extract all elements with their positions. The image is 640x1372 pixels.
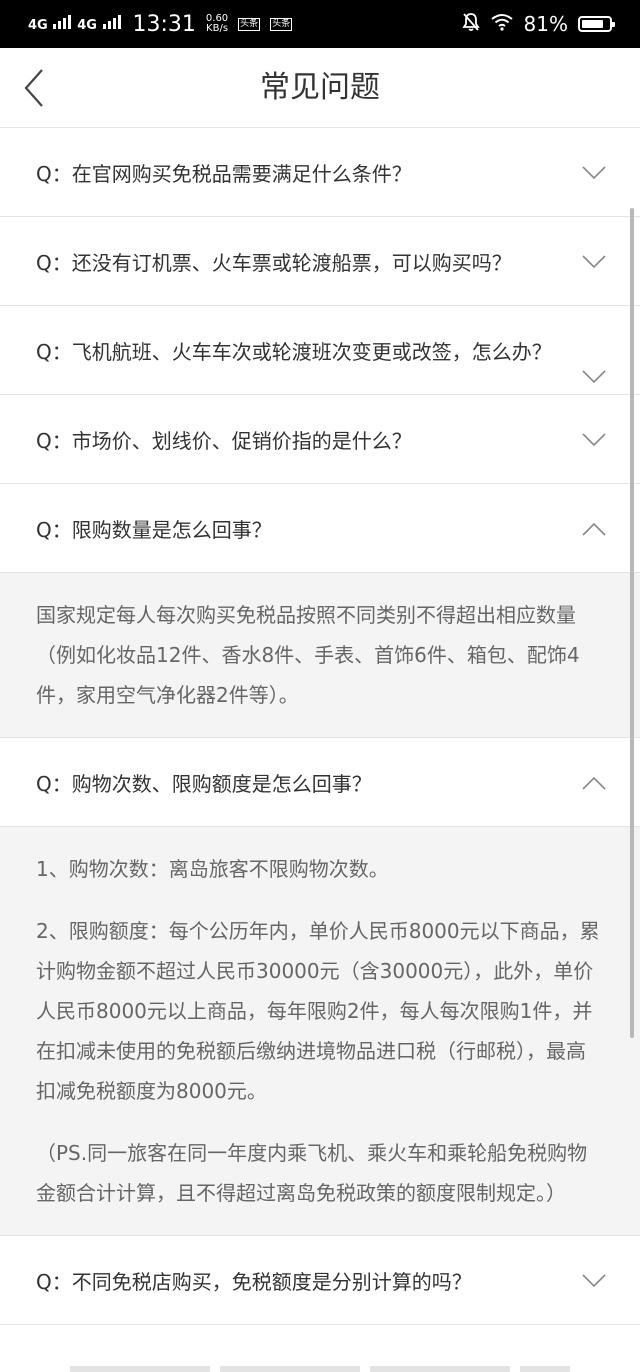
chevron-down-icon[interactable]	[582, 370, 606, 384]
faq-question-text: Q：不同免税店购买，免税额度是分别计算的吗？	[36, 1269, 472, 1294]
status-bar: 4G 4G 13:31 0.60 KB/s 头条 头条 81%	[0, 0, 640, 48]
chevron-down-icon[interactable]	[582, 1274, 606, 1288]
faq-answer: 国家规定每人每次购买免税品按照不同类别不得超出相应数量（例如化妆品12件、香水8…	[0, 572, 640, 737]
chevron-down-icon[interactable]	[582, 433, 606, 447]
battery-percent: 81%	[523, 12, 568, 36]
faq-question-row[interactable]: Q：还没有订机票、火车票或轮渡船票，可以购买吗？	[0, 217, 640, 305]
page-title: 常见问题	[260, 70, 380, 105]
faq-answer-paragraph: （PS.同一旅客在同一年度内乘飞机、乘火车和乘轮船免税购物金额合计计算，且不得超…	[36, 1141, 588, 1205]
faq-question-row[interactable]: Q：限购数量是怎么回事？	[0, 484, 640, 572]
faq-list: Q：在官网购买免税品需要满足什么条件？ Q：还没有订机票、火车票或轮渡船票，可以购…	[0, 128, 640, 1325]
faq-question-text: Q：限购数量是怎么回事？	[36, 517, 272, 542]
faq-answer-paragraph: 国家规定每人每次购买免税品按照不同类别不得超出相应数量（例如化妆品12件、香水8…	[36, 603, 580, 707]
scrollbar[interactable]	[630, 208, 634, 1038]
faq-item: Q：还没有订机票、火车票或轮渡船票，可以购买吗？	[0, 217, 640, 306]
faq-question-text: Q：还没有订机票、火车票或轮渡船票，可以购买吗？	[36, 250, 512, 275]
faq-question-text: Q：飞机航班、火车车次或轮渡班次变更或改签，怎么办？	[36, 339, 552, 364]
chevron-up-icon[interactable]	[582, 522, 606, 536]
chevron-up-icon[interactable]	[582, 776, 606, 790]
faq-answer-paragraph: 1、购物次数：离岛旅客不限购物次数。	[36, 857, 389, 881]
bottom-divider	[70, 1366, 570, 1372]
faq-question-text: Q：在官网购买免税品需要满足什么条件？	[36, 161, 412, 186]
faq-question-row[interactable]: Q：不同免税店购买，免税额度是分别计算的吗？	[0, 1236, 640, 1324]
network-speed-unit: KB/s	[206, 23, 229, 34]
signal-4g-icon-2: 4G	[77, 15, 121, 33]
faq-item: Q：在官网购买免税品需要满足什么条件？	[0, 128, 640, 217]
faq-answer: 1、购物次数：离岛旅客不限购物次数。 2、限购额度：每个公历年内，单价人民币800…	[0, 826, 640, 1235]
battery-icon	[578, 16, 615, 32]
faq-item: Q：市场价、划线价、促销价指的是什么？	[0, 395, 640, 484]
faq-item: Q：飞机航班、火车车次或轮渡班次变更或改签，怎么办？	[0, 306, 640, 395]
faq-answer-paragraph: 2、限购额度：每个公历年内，单价人民币8000元以下商品，累计购物金额不超过人民…	[36, 919, 600, 1103]
signal-1-label: 4G	[28, 18, 48, 33]
clock: 13:31	[132, 11, 196, 37]
signal-4g-icon: 4G	[28, 15, 72, 33]
faq-item: Q：限购数量是怎么回事？ 国家规定每人每次购买免税品按照不同类别不得超出相应数量（…	[0, 484, 640, 738]
faq-question-row[interactable]: Q：飞机航班、火车车次或轮渡班次变更或改签，怎么办？	[0, 306, 640, 394]
faq-question-text: Q：购物次数、限购额度是怎么回事？	[36, 771, 372, 796]
faq-item: Q：不同免税店购买，免税额度是分别计算的吗？	[0, 1236, 640, 1325]
faq-question-row[interactable]: Q：在官网购买免税品需要满足什么条件？	[0, 128, 640, 216]
news-badge-2: 头条	[270, 17, 293, 31]
news-badge-1: 头条	[238, 17, 261, 31]
faq-question-row[interactable]: Q：购物次数、限购额度是怎么回事？	[0, 738, 640, 826]
faq-question-row[interactable]: Q：市场价、划线价、促销价指的是什么？	[0, 395, 640, 483]
faq-item: Q：购物次数、限购额度是怎么回事？ 1、购物次数：离岛旅客不限购物次数。 2、限购额…	[0, 738, 640, 1236]
faq-question-text: Q：市场价、划线价、促销价指的是什么？	[36, 428, 412, 453]
signal-2-label: 4G	[77, 18, 97, 33]
mute-bell-icon	[461, 12, 480, 36]
network-speed: 0.60 KB/s	[206, 14, 228, 34]
nav-bar: 常见问题	[0, 48, 640, 128]
wifi-icon	[490, 13, 514, 35]
chevron-down-icon[interactable]	[582, 255, 606, 269]
chevron-down-icon[interactable]	[582, 166, 606, 180]
